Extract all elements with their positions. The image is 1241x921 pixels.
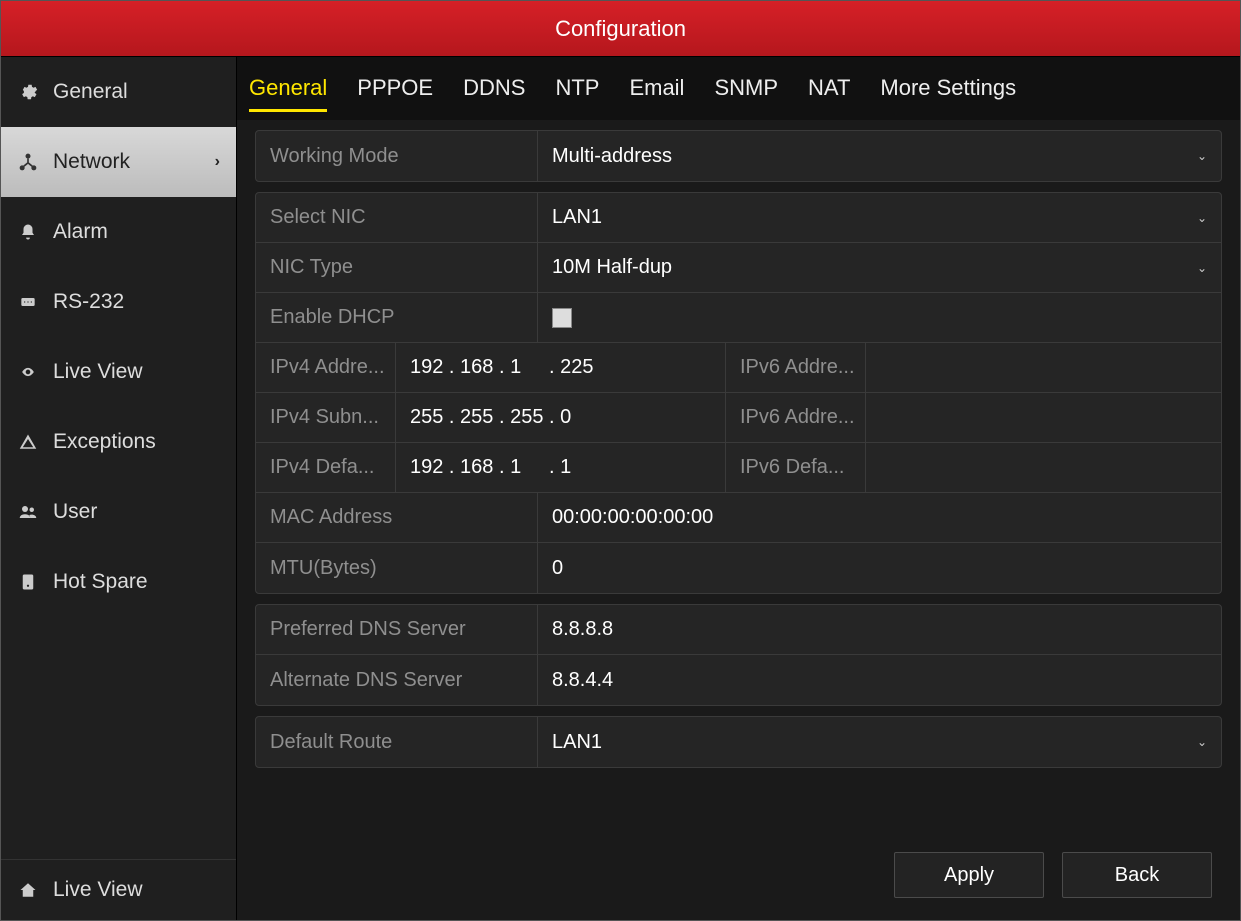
sidebar-item-label: Network [53,150,201,174]
alternate-dns-label: Alternate DNS Server [256,655,538,705]
ipv4-subnet-label: IPv4 Subn... [256,393,396,442]
alternate-dns-input[interactable]: 8.8.4.4 [538,655,1221,705]
nic-type-select[interactable]: 10M Half-dup ⌄ [538,243,1221,292]
ipv4-gateway-input[interactable]: 192 . 168 . 1 . 1 [396,443,726,492]
enable-dhcp-checkbox[interactable] [552,308,572,328]
sidebar-item-label: Live View [53,360,220,384]
sidebar-item-network[interactable]: Network › [1,127,236,197]
working-mode-label: Working Mode [256,131,538,181]
mtu-value: 0 [552,557,563,580]
mtu-label: MTU(Bytes) [256,543,538,593]
ipv6-gateway-label: IPv6 Defa... [726,443,866,492]
mac-address-value: 00:00:00:00:00:00 [552,506,713,529]
nic-type-value: 10M Half-dup [552,256,672,279]
nic-type-label: NIC Type [256,243,538,292]
tab-general[interactable]: General [249,75,327,112]
ipv4-gateway-label: IPv4 Defa... [256,443,396,492]
ipv6-address-input[interactable] [866,343,1221,392]
alternate-dns-value: 8.8.4.4 [552,669,613,692]
ipv6-gateway-input[interactable] [866,443,1221,492]
tab-pppoe[interactable]: PPPOE [357,75,433,112]
sidebar-item-label: User [53,500,220,524]
select-nic-label: Select NIC [256,193,538,242]
ipv4-subnet-input[interactable]: 255 . 255 . 255 . 0 [396,393,726,442]
apply-button[interactable]: Apply [894,852,1044,898]
mac-address-value-cell: 00:00:00:00:00:00 [538,493,1221,542]
sidebar-item-user[interactable]: User [1,477,236,547]
default-route-value: LAN1 [552,731,602,754]
sidebar-item-label: Exceptions [53,430,220,454]
home-icon [17,879,39,901]
preferred-dns-value: 8.8.8.8 [552,618,613,641]
sidebar-item-exceptions[interactable]: Exceptions [1,407,236,477]
enable-dhcp-cell[interactable] [538,293,1221,342]
sidebar-item-label: Hot Spare [53,570,220,594]
tabs: General PPPOE DDNS NTP Email SNMP NAT Mo… [237,57,1240,120]
ipv6-address-label: IPv6 Addre... [726,343,866,392]
ipv4-gateway-value: 192 . 168 . 1 . 1 [410,456,571,479]
serial-icon [17,291,39,313]
ipv6-address2-label: IPv6 Addre... [726,393,866,442]
preferred-dns-label: Preferred DNS Server [256,605,538,654]
ipv6-address2-input[interactable] [866,393,1221,442]
sidebar-item-label: Alarm [53,220,220,244]
sidebar-item-general[interactable]: General [1,57,236,127]
gear-icon [17,81,39,103]
chevron-down-icon: ⌄ [1197,261,1207,275]
ipv4-subnet-value: 255 . 255 . 255 . 0 [410,406,571,429]
working-mode-select[interactable]: Multi-address ⌄ [538,131,1221,181]
ipv4-address-value: 192 . 168 . 1 . 225 [410,356,593,379]
users-icon [17,501,39,523]
select-nic-select[interactable]: LAN1 ⌄ [538,193,1221,242]
tab-snmp[interactable]: SNMP [714,75,778,112]
sidebar: General Network › Alarm [1,57,237,920]
sidebar-item-rs232[interactable]: RS-232 [1,267,236,337]
preferred-dns-input[interactable]: 8.8.8.8 [538,605,1221,654]
tab-ddns[interactable]: DDNS [463,75,525,112]
tab-ntp[interactable]: NTP [555,75,599,112]
back-button[interactable]: Back [1062,852,1212,898]
network-icon [17,151,39,173]
mtu-input[interactable]: 0 [538,543,1221,593]
working-mode-value: Multi-address [552,145,672,168]
mac-address-label: MAC Address [256,493,538,542]
select-nic-value: LAN1 [552,206,602,229]
sidebar-item-liveview[interactable]: Live View [1,337,236,407]
page-title: Configuration [555,16,686,42]
warning-icon [17,431,39,453]
back-button-label: Back [1115,864,1159,887]
ipv4-address-input[interactable]: 192 . 168 . 1 . 225 [396,343,726,392]
default-route-label: Default Route [256,717,538,767]
disk-icon [17,571,39,593]
chevron-down-icon: ⌄ [1197,149,1207,163]
enable-dhcp-label: Enable DHCP [256,293,538,342]
eye-icon [17,361,39,383]
sidebar-item-label: RS-232 [53,290,220,314]
sidebar-item-hotspare[interactable]: Hot Spare [1,547,236,617]
chevron-down-icon: ⌄ [1197,211,1207,225]
titlebar: Configuration [1,1,1240,57]
tab-more-settings[interactable]: More Settings [880,75,1016,112]
ipv4-address-label: IPv4 Addre... [256,343,396,392]
tab-email[interactable]: Email [629,75,684,112]
chevron-down-icon: ⌄ [1197,735,1207,749]
sidebar-item-label: General [53,80,220,104]
bell-icon [17,221,39,243]
apply-button-label: Apply [944,864,994,887]
chevron-right-icon: › [215,153,220,171]
sidebar-item-alarm[interactable]: Alarm [1,197,236,267]
sidebar-bottom-liveview[interactable]: Live View [1,860,236,920]
tab-nat[interactable]: NAT [808,75,850,112]
default-route-select[interactable]: LAN1 ⌄ [538,717,1221,767]
sidebar-bottom-label: Live View [53,878,220,902]
